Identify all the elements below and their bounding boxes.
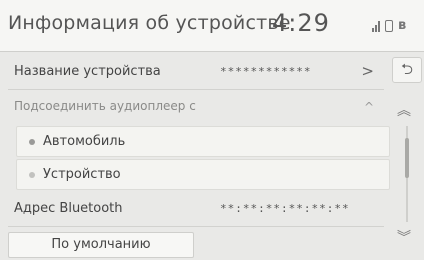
option-device[interactable]: Устройство — [16, 159, 390, 190]
device-name-label: Название устройства — [14, 64, 161, 79]
device-name-value: ************ — [220, 65, 312, 78]
bt-address-row: Адрес Bluetooth **:**:**:**:**:** — [8, 193, 384, 225]
bluetooth-icon: ʙ — [398, 18, 407, 33]
chevron-right-icon: > — [361, 62, 374, 80]
scroll-up-icon[interactable]: ︽ — [397, 100, 411, 120]
connect-audio-row[interactable]: Подсоединить аудиоплеер с ^ — [8, 91, 384, 123]
page-title: Информация об устройстве — [8, 12, 291, 34]
radio-dot-icon — [29, 139, 35, 145]
status-icons: ʙ — [372, 14, 406, 32]
chevron-up-icon: ^ — [363, 100, 374, 114]
scroll-down-icon[interactable]: ︾ — [397, 227, 411, 247]
option-device-label: Устройство — [43, 167, 121, 182]
scrollbar-thumb[interactable] — [405, 138, 409, 178]
option-car-label: Автомобиль — [43, 134, 126, 149]
right-control-bar: ⮌ ︽ ︾ — [390, 52, 424, 260]
option-car[interactable]: Автомобиль — [16, 126, 390, 157]
divider — [8, 89, 384, 90]
phone-icon — [385, 20, 393, 32]
connect-audio-label: Подсоединить аудиоплеер с — [14, 99, 196, 113]
default-button[interactable]: По умолчанию — [8, 232, 194, 258]
header-bar: Информация об устройстве 4:29 ʙ — [0, 0, 424, 52]
divider — [8, 226, 384, 227]
back-button[interactable]: ⮌ — [392, 57, 422, 83]
signal-icon — [372, 21, 380, 32]
radio-dot-icon — [29, 172, 35, 178]
device-name-row[interactable]: Название устройства ************ > — [8, 56, 384, 88]
clock: 4:29 — [272, 9, 330, 37]
bt-address-value: **:**:**:**:**:** — [220, 202, 350, 215]
bt-address-label: Адрес Bluetooth — [14, 201, 123, 216]
